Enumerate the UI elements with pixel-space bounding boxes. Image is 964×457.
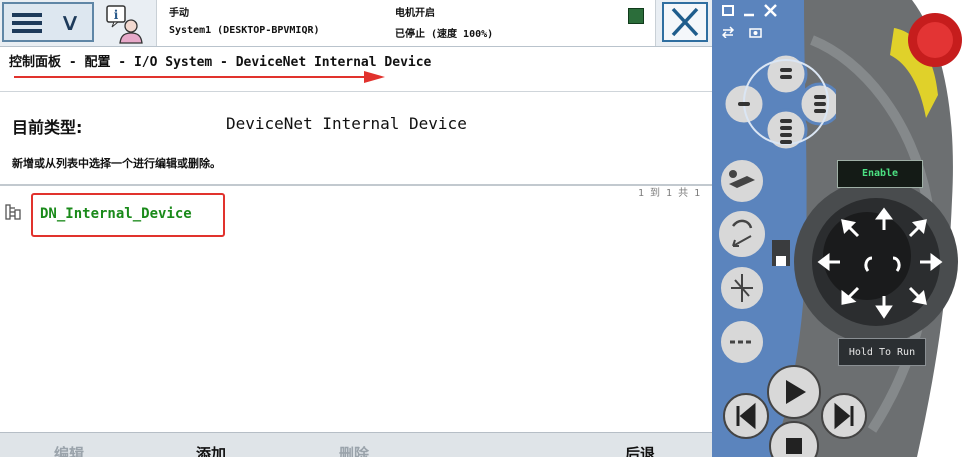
- svg-text:i: i: [114, 8, 119, 22]
- increment-button[interactable]: [717, 318, 767, 366]
- hold-to-run-button[interactable]: Hold To Run: [838, 338, 926, 366]
- stylus-slot-icon: [776, 256, 786, 266]
- quickset-icon[interactable]: [628, 8, 644, 24]
- run-controls[interactable]: [722, 360, 872, 457]
- program-state: 已停止 (速度 100%): [395, 29, 494, 40]
- flexpendant-screen: ∨ i 手动 System1 (DESKTOP-BPVMIQR) 电机开启 已停…: [0, 0, 712, 457]
- back-button[interactable]: 后退: [625, 443, 655, 457]
- close-icon: [671, 7, 699, 37]
- toggle-increment-button[interactable]: [717, 264, 767, 312]
- select-mechanical-unit-button[interactable]: [717, 158, 767, 204]
- top-bar: ∨ i 手动 System1 (DESKTOP-BPVMIQR) 电机开启 已停…: [0, 0, 712, 47]
- hamburger-icon: [12, 13, 42, 33]
- current-type-value: DeviceNet Internal Device: [226, 114, 467, 133]
- device-icon: [5, 204, 21, 220]
- system-name: System1 (DESKTOP-BPVMIQR): [169, 25, 320, 36]
- current-type-label: 目前类型:: [12, 118, 83, 137]
- breadcrumb: 控制面板 - 配置 - I/O System - DeviceNet Inter…: [9, 55, 432, 70]
- panel-settings-icons[interactable]: [722, 26, 768, 38]
- list-item[interactable]: DN_Internal_Device: [31, 193, 225, 237]
- chevron-down-icon: ∨: [59, 8, 81, 37]
- annotation-arrow: [14, 71, 385, 83]
- command-bar: 编辑 添加 删除 后退: [0, 432, 712, 457]
- divider: [0, 91, 712, 92]
- instruction-text: 新增或从列表中选择一个进行编辑或删除。: [12, 157, 221, 170]
- toggle-motion-mode-button[interactable]: [717, 208, 767, 260]
- hold-to-run-label: Hold To Run: [848, 347, 916, 358]
- event-log-icon[interactable]: i: [104, 4, 150, 44]
- window-controls[interactable]: [722, 4, 782, 18]
- enable-indicator: Enable: [837, 160, 923, 188]
- status-panel[interactable]: 手动 System1 (DESKTOP-BPVMIQR) 电机开启 已停止 (速…: [156, 0, 656, 46]
- operating-mode: 手动: [169, 8, 189, 19]
- motor-state: 电机开启: [395, 8, 435, 19]
- list-item-label: DN_Internal_Device: [40, 206, 192, 222]
- main-menu-button[interactable]: ∨: [2, 2, 94, 42]
- add-button[interactable]: 添加: [196, 443, 226, 457]
- delete-button[interactable]: 删除: [339, 443, 369, 457]
- programmable-keys[interactable]: [720, 52, 836, 164]
- enable-label: Enable: [861, 168, 899, 179]
- edit-button[interactable]: 编辑: [54, 443, 84, 457]
- jog-panel: Enable Hold To Run: [712, 0, 964, 457]
- close-button[interactable]: [662, 2, 708, 42]
